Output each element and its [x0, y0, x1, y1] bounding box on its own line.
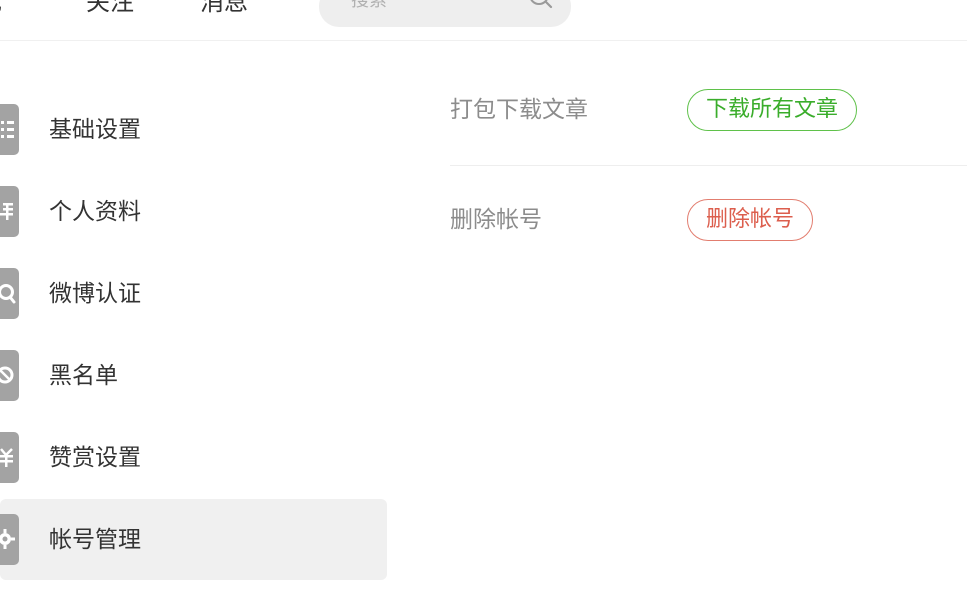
search-icon[interactable] [528, 0, 554, 10]
sidebar-item-verification[interactable]: 微博认证 [0, 253, 387, 334]
verify-icon [0, 268, 19, 319]
top-nav: 现 关注 消息 [0, 0, 967, 41]
reward-icon [0, 432, 19, 483]
delete-account-button[interactable]: 删除帐号 [687, 199, 814, 241]
gear-icon [0, 514, 19, 565]
search-input[interactable] [351, 0, 521, 12]
delete-account-label: 删除帐号 [450, 207, 542, 233]
sidebar-item-blacklist[interactable]: 黑名单 [0, 335, 387, 416]
account-settings-page: 现 关注 消息 基础设置 [0, 0, 967, 607]
download-articles-row: 打包下载文章 下载所有文章 [450, 84, 967, 166]
sidebar-item-label: 帐号管理 [49, 527, 141, 553]
delete-account-row: 删除帐号 删除帐号 [450, 194, 967, 254]
sidebar-item-label: 赞赏设置 [49, 445, 141, 471]
profile-icon [0, 186, 19, 237]
block-icon [0, 350, 19, 401]
sidebar-item-profile[interactable]: 个人资料 [0, 171, 387, 252]
sidebar-item-account-management[interactable]: 帐号管理 [0, 499, 387, 580]
sidebar-item-basic-settings[interactable]: 基础设置 [0, 89, 387, 170]
sidebar-item-label: 个人资料 [49, 199, 141, 225]
sidebar-item-label: 微博认证 [49, 281, 141, 307]
nav-link-follow[interactable]: 关注 [86, 0, 134, 17]
download-articles-label: 打包下载文章 [450, 97, 588, 123]
download-all-articles-button[interactable]: 下载所有文章 [687, 89, 858, 131]
sidebar-item-reward-settings[interactable]: 赞赏设置 [0, 417, 387, 498]
sidebar-item-label: 基础设置 [49, 117, 141, 143]
nav-link-discover[interactable]: 现 [0, 0, 2, 17]
nav-link-messages[interactable]: 消息 [200, 0, 248, 17]
list-icon [0, 104, 19, 155]
sidebar-item-label: 黑名单 [49, 363, 118, 389]
